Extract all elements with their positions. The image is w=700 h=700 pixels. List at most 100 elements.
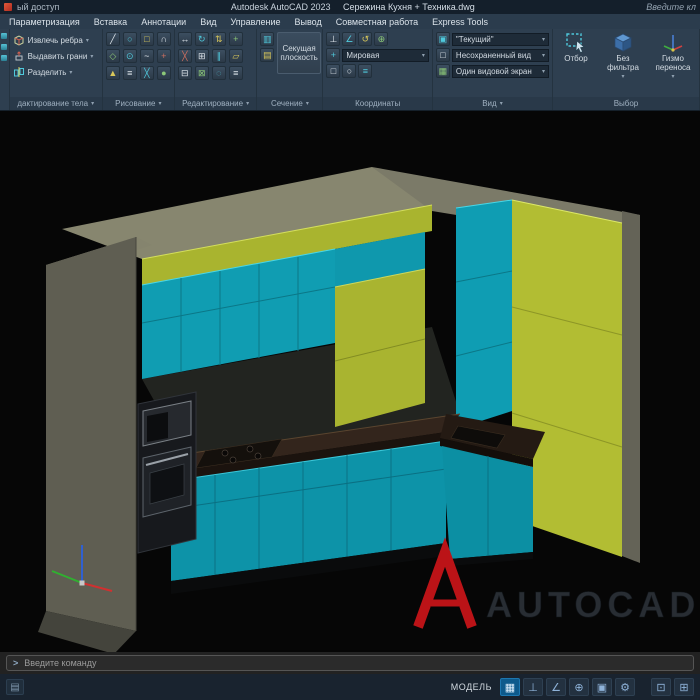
- panel-label-text: Выбор: [613, 99, 639, 108]
- model-space-icon[interactable]: ▤: [6, 679, 24, 695]
- spline-tool-icon[interactable]: ~: [139, 49, 154, 63]
- section-plane-button[interactable]: Секущая плоскость: [277, 32, 321, 74]
- xline-tool-icon[interactable]: ╳: [139, 66, 154, 80]
- quick-access-label[interactable]: ый доступ: [17, 2, 59, 12]
- visual-style-value: "Текущий": [455, 34, 494, 44]
- join-tool-icon[interactable]: ≡: [228, 66, 243, 80]
- panel-label-draw[interactable]: Рисование ▾: [102, 97, 174, 110]
- mini-tool-icon[interactable]: [1, 55, 8, 61]
- scale-tool-icon[interactable]: ⊞: [194, 49, 209, 63]
- select-button[interactable]: Отбор: [556, 32, 596, 97]
- ucs-previous-icon[interactable]: ↺: [358, 32, 373, 46]
- panel-label-modify[interactable]: Редактирование ▾: [174, 97, 257, 110]
- mirror-tool-icon[interactable]: ⇅: [211, 32, 226, 46]
- select-icon: [566, 33, 585, 53]
- polar-toggle-icon[interactable]: ∠: [546, 678, 566, 696]
- live-section-icon[interactable]: ▤: [260, 48, 275, 62]
- ribbon: Извлечь ребра ▾ Выдавить грани ▾ Раздели…: [0, 29, 700, 111]
- panel-label-text: Координаты: [355, 99, 401, 108]
- panel-label-solid-editing[interactable]: дактирование тела ▾: [9, 97, 102, 110]
- command-prompt-icon: >: [13, 658, 19, 668]
- ucs-dropdown[interactable]: Мировая ▾: [342, 48, 429, 62]
- erase-tool-icon[interactable]: ⊟: [177, 66, 192, 80]
- panel-label-view[interactable]: Вид ▾: [432, 97, 552, 110]
- line-tool-icon[interactable]: ╱: [105, 32, 120, 46]
- tab-output[interactable]: Вывод: [288, 14, 329, 29]
- stretch-tool-icon[interactable]: ▱: [228, 49, 243, 63]
- snap-toggle-icon[interactable]: ⊥: [523, 678, 543, 696]
- offset-tool-icon[interactable]: ∥: [211, 49, 226, 63]
- solid-tool-icon[interactable]: ▲: [105, 66, 120, 80]
- viewport-config-icon[interactable]: ▦: [435, 64, 450, 78]
- button-label: Извлечь ребра: [27, 35, 83, 45]
- tab-express-tools[interactable]: Express Tools: [425, 14, 495, 29]
- panel-label-selection[interactable]: Выбор: [552, 97, 699, 110]
- visual-style-dropdown[interactable]: "Текущий" ▾: [451, 32, 549, 46]
- command-line-bar: > Введите команду: [0, 652, 700, 674]
- donut-tool-icon[interactable]: ⊙: [122, 49, 137, 63]
- extract-edges-button[interactable]: Извлечь ребра ▾: [13, 32, 99, 48]
- clean-screen-icon[interactable]: ⊞: [674, 678, 694, 696]
- circle-tool-icon[interactable]: ○: [122, 32, 137, 46]
- mini-tool-icon[interactable]: [1, 33, 8, 39]
- tab-annotate[interactable]: Аннотации: [134, 14, 193, 29]
- app-title: Autodesk AutoCAD 2023: [230, 2, 331, 12]
- panel-modify: ↔ ↻ ⇅ + ╳ ⊞ ∥ ▱ ⊟ ⊠ ◌ ≡ Редактирование ▾: [174, 29, 258, 110]
- polygon-tool-icon[interactable]: ◇: [105, 49, 120, 63]
- rectangle-tool-icon[interactable]: □: [139, 32, 154, 46]
- named-view-dropdown[interactable]: Несохраненный вид ▾: [451, 48, 549, 62]
- split-button[interactable]: Разделить ▾: [13, 64, 99, 80]
- tab-view[interactable]: Вид: [193, 14, 223, 29]
- 3d-viewport-canvas[interactable]: AUTOCAD: [0, 111, 700, 652]
- ucs-tool-icon[interactable]: ⊥: [326, 32, 341, 46]
- tab-insert[interactable]: Вставка: [87, 14, 134, 29]
- gizmo-button[interactable]: Гизмо переноса ▾: [650, 32, 696, 97]
- move-gizmo-icon: [663, 35, 683, 52]
- extrude-faces-button[interactable]: Выдавить грани ▾: [13, 48, 99, 64]
- search-field[interactable]: Введите кл: [646, 2, 696, 12]
- ucs-x-icon[interactable]: □: [326, 64, 341, 78]
- isolate-objects-icon[interactable]: ⊡: [651, 678, 671, 696]
- move-tool-icon[interactable]: ↔: [177, 32, 192, 46]
- command-input[interactable]: > Введите команду: [6, 655, 694, 671]
- named-view-icon[interactable]: □: [435, 48, 450, 62]
- dropdown-arrow-icon: ▾: [305, 101, 309, 107]
- share-icon[interactable]: [4, 3, 12, 11]
- dynamic-ucs-icon[interactable]: ▣: [592, 678, 612, 696]
- grid-toggle-icon[interactable]: ▦: [500, 678, 520, 696]
- filter-button[interactable]: Без фильтра ▾: [600, 32, 646, 97]
- explode-tool-icon[interactable]: ⊠: [194, 66, 209, 80]
- extrude-faces-icon: [15, 51, 23, 61]
- dropdown-arrow-icon: ▾: [90, 53, 94, 60]
- mini-tool-icon[interactable]: [1, 44, 8, 50]
- trim-tool-icon[interactable]: ╳: [177, 49, 192, 63]
- point-tool-icon[interactable]: +: [156, 49, 171, 63]
- world-ucs-icon[interactable]: +: [326, 48, 341, 62]
- viewport-config-dropdown[interactable]: Один видовой экран ▾: [451, 64, 549, 78]
- section-plane-icon[interactable]: ▥: [260, 32, 275, 46]
- ucs-z-icon[interactable]: ≡: [358, 64, 373, 78]
- panel-label-coordinates[interactable]: Координаты: [323, 97, 432, 110]
- model-viewport[interactable]: AUTOCAD: [0, 111, 700, 652]
- tab-manage[interactable]: Управление: [223, 14, 287, 29]
- autocad-window: ый доступ Autodesk AutoCAD 2023 Сережина…: [0, 0, 700, 700]
- panel-label-section[interactable]: Сечение ▾: [257, 97, 323, 110]
- fillet-tool-icon[interactable]: ◌: [211, 66, 226, 80]
- settings-gear-icon[interactable]: ⚙: [615, 678, 635, 696]
- hatch-tool-icon[interactable]: ≡: [122, 66, 137, 80]
- tab-collaborate[interactable]: Совместная работа: [329, 14, 425, 29]
- osnap-toggle-icon[interactable]: ⊕: [569, 678, 589, 696]
- region-tool-icon[interactable]: ●: [156, 66, 171, 80]
- model-label[interactable]: МОДЕЛЬ: [451, 682, 492, 692]
- ucs-origin-icon[interactable]: ⊕: [374, 32, 389, 46]
- ucs-dropdown-value: Мировая: [346, 50, 380, 60]
- arc-tool-icon[interactable]: ∩: [156, 32, 171, 46]
- rotate-tool-icon[interactable]: ↻: [194, 32, 209, 46]
- dropdown-arrow-icon: ▾: [246, 101, 250, 107]
- tab-parametrize[interactable]: Параметризация: [2, 14, 87, 29]
- dropdown-arrow-icon: ▾: [541, 68, 545, 75]
- ucs-angle-icon[interactable]: ∠: [342, 32, 357, 46]
- ucs-y-icon[interactable]: ○: [342, 64, 357, 78]
- visual-style-icon[interactable]: ▣: [435, 32, 450, 46]
- array-tool-icon[interactable]: +: [228, 32, 243, 46]
